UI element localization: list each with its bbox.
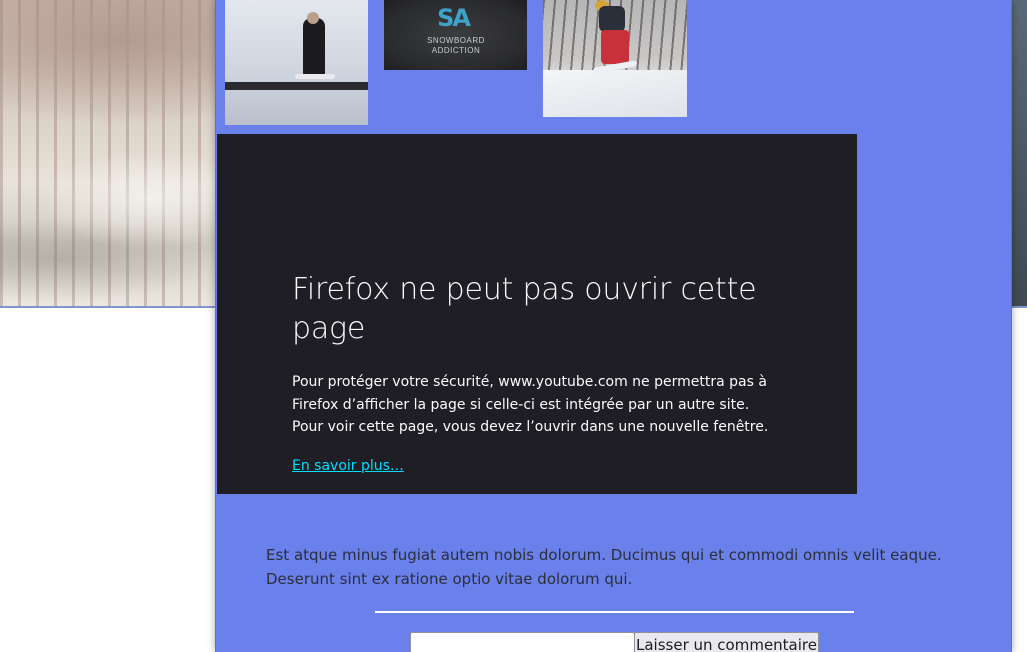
rider-shape xyxy=(303,18,325,76)
error-title: Firefox ne peut pas ouvrir cette page xyxy=(292,272,757,346)
divider xyxy=(375,611,854,613)
comment-input[interactable] xyxy=(410,632,635,652)
error-message: Pour protéger votre sécurité, www.youtub… xyxy=(292,374,769,435)
post-excerpt: Est atque minus fugiat autem nobis dolor… xyxy=(266,546,942,588)
slope-shape xyxy=(543,70,687,117)
snowboard-addiction-logo-icon: SA xyxy=(437,4,471,32)
logo-text-line-2: ADDICTION xyxy=(431,46,481,55)
logo-text: SNOWBOARD ADDICTION xyxy=(414,36,498,56)
learn-more-link[interactable]: En savoir plus… xyxy=(292,456,404,476)
pants-shape xyxy=(601,30,629,64)
snowboard-shape xyxy=(295,74,335,79)
gallery-thumbnail-logo[interactable]: SA SNOWBOARD ADDICTION xyxy=(384,0,527,70)
embedded-video-error-frame: Firefox ne peut pas ouvrir cette page Po… xyxy=(217,134,857,494)
gallery-thumbnail-jump[interactable] xyxy=(543,0,687,117)
jacket-shape xyxy=(599,6,625,32)
main-content: SA SNOWBOARD ADDICTION Firefox ne peut p… xyxy=(215,0,1012,652)
leave-comment-button[interactable]: Laisser un commentaire xyxy=(634,632,819,652)
logo-text-line-1: SNOWBOARD xyxy=(427,36,485,45)
rider-head-shape xyxy=(307,12,319,24)
gallery-thumbnail-rail[interactable] xyxy=(225,0,368,125)
rail-shape xyxy=(225,82,368,90)
